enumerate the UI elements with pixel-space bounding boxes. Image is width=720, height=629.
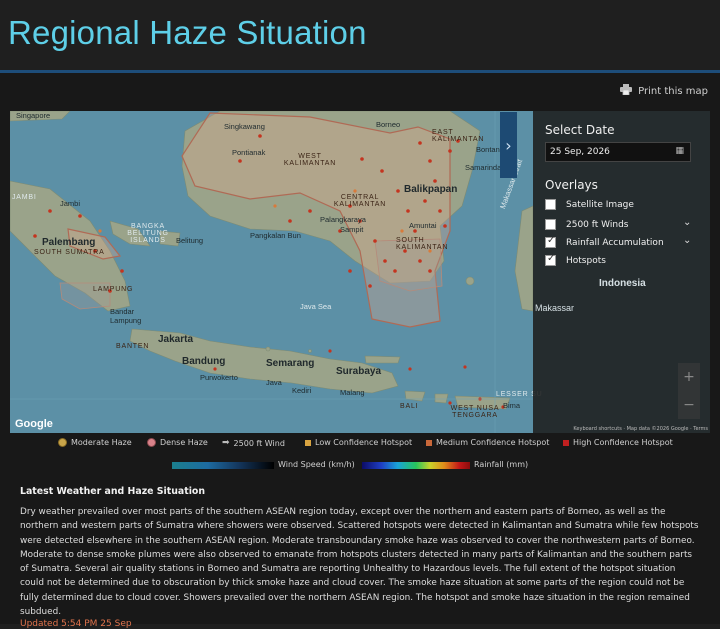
high-hotspot-swatch (563, 439, 569, 446)
label-palembang: Palembang (42, 237, 96, 248)
report-heading: Latest Weather and Haze Situation (20, 486, 206, 497)
chevron-down-icon[interactable]: ⌄ (683, 217, 691, 228)
low-hotspot-swatch (305, 439, 311, 446)
winds-checkbox[interactable] (545, 219, 556, 230)
label-jambi: Jambi (60, 199, 81, 208)
legend-high-hotspot: High Confidence Hotspot (563, 438, 673, 447)
overlay-label: 2500 ft Winds (566, 219, 629, 230)
label-singkawang: Singkawang (224, 122, 265, 131)
report-body: Dry weather prevailed over most parts of… (20, 507, 699, 618)
wind-speed-scale (172, 462, 274, 469)
label-palangkaraya: Palangkaraya (320, 215, 366, 224)
label-pontianak: Pontianak (232, 148, 266, 157)
moderate-haze-swatch (58, 438, 67, 447)
legend-label: 2500 ft Wind (233, 438, 285, 448)
label-java: Java (266, 378, 282, 387)
legend-label: Dense Haze (160, 438, 208, 447)
map-controls-panel: Select Date 25 Sep, 2026 ▦ Overlays Sate… (533, 111, 710, 433)
overlay-hotspots[interactable]: Hotspots (545, 253, 606, 266)
overlay-label: Hotspots (566, 255, 606, 266)
legend-label: High Confidence Hotspot (573, 438, 673, 447)
select-date-heading: Select Date (545, 123, 615, 137)
label-west-nusa-tenggara: WEST NUSA TENGGARA (450, 405, 500, 419)
overlay-satellite-image[interactable]: Satellite Image (545, 199, 634, 210)
label-bima: Bima (503, 401, 521, 410)
zoom-controls: + − (678, 363, 700, 419)
label-java-sea: Java Sea (300, 302, 332, 311)
label-surabaya: Surabaya (336, 366, 382, 377)
label-bali: BALI (400, 403, 419, 410)
haze-map[interactable]: Singapore Singkawang Pontianak WEST KALI… (10, 111, 710, 433)
label-malang: Malang (340, 388, 365, 397)
calendar-icon[interactable]: ▦ (675, 146, 684, 156)
overlay-rainfall[interactable]: Rainfall Accumulation (545, 235, 664, 248)
label-belitung: Belitung (176, 236, 204, 245)
label-jambi-region: JAMBI (12, 194, 37, 201)
satellite-image-checkbox[interactable] (545, 199, 556, 210)
label-bangka: BANGKA BELITUNG ISLANDS (127, 223, 169, 244)
wind-scale-label: Wind Speed (km/h) (278, 460, 355, 469)
printer-icon (620, 84, 633, 98)
print-map-link[interactable]: Print this map (620, 84, 708, 98)
legend-wind: ➡ 2500 ft Wind (222, 438, 285, 448)
label-semarang: Semarang (266, 358, 315, 369)
print-label: Print this map (638, 85, 708, 97)
label-borneo: Borneo (376, 120, 401, 129)
label-banten: BANTEN (116, 343, 150, 350)
label-kediri: Kediri (292, 386, 312, 395)
google-logo: Google (15, 418, 53, 430)
legend-label: Low Confidence Hotspot (315, 438, 413, 447)
date-input[interactable]: 25 Sep, 2026 ▦ (545, 142, 691, 162)
label-bandung: Bandung (182, 356, 226, 367)
rain-scale-label: Rainfall (mm) (474, 460, 529, 469)
updated-timestamp: Updated 5:54 PM 25 Sep (20, 619, 132, 629)
label-south-kalimantan: SOUTH KALIMANTAN (396, 237, 449, 251)
legend-low-hotspot: Low Confidence Hotspot (305, 438, 412, 447)
page-title: Regional Haze Situation (8, 14, 367, 51)
overlay-label: Rainfall Accumulation (566, 237, 664, 248)
wind-arrow-icon: ➡ (222, 438, 230, 448)
zoom-in-button[interactable]: + (678, 363, 700, 391)
label-pangkalan-bun: Pangkalan Bun (250, 231, 301, 240)
label-purwokerto: Purwokerto (200, 373, 238, 382)
rainfall-scale (362, 462, 470, 469)
label-singapore: Singapore (16, 111, 51, 120)
overlays-heading: Overlays (545, 178, 598, 192)
label-bandar-lampung: Bandar Lampung (110, 307, 142, 325)
label-west-kalimantan: WEST KALIMANTAN (283, 153, 337, 167)
zoom-out-button[interactable]: − (678, 391, 700, 419)
label-sampit: Sampit (340, 225, 364, 234)
label-indonesia: Indonesia (599, 278, 646, 289)
legend-moderate-haze: Moderate Haze (58, 438, 132, 447)
label-south-sumatra: SOUTH SUMATRA (34, 249, 105, 256)
label-amuntai: Amuntai (409, 221, 437, 230)
date-value: 25 Sep, 2026 (550, 147, 610, 157)
label-lampung: LAMPUNG (93, 286, 134, 293)
label-central-kalimantan: CENTRAL KALIMANTAN (333, 194, 387, 208)
rainfall-checkbox[interactable] (545, 235, 556, 248)
dense-haze-swatch (147, 438, 156, 447)
legend-label: Moderate Haze (71, 438, 132, 447)
label-east-kalimantan: EAST KALIMANTAN (432, 129, 485, 143)
weather-report: Latest Weather and Haze Situation Dry we… (20, 486, 702, 629)
label-samarinda: Samarinda (465, 163, 502, 172)
legend-medium-hotspot: Medium Confidence Hotspot (426, 438, 549, 447)
label-jakarta: Jakarta (158, 334, 194, 345)
hotspots-checkbox[interactable] (545, 253, 556, 266)
legend-label: Medium Confidence Hotspot (436, 438, 550, 447)
map-attribution[interactable]: Keyboard shortcuts · Map data ©2026 Goog… (573, 426, 708, 432)
chevron-right-icon[interactable]: › (500, 112, 517, 178)
chevron-down-icon[interactable]: ⌄ (683, 235, 691, 246)
label-makassar: Makassar (535, 303, 575, 313)
legend-dense-haze: Dense Haze (147, 438, 208, 447)
overlay-2500ft-winds[interactable]: 2500 ft Winds (545, 219, 628, 230)
medium-hotspot-swatch (426, 439, 432, 446)
overlay-label: Satellite Image (566, 199, 634, 210)
label-balikpapan: Balikpapan (404, 184, 458, 195)
